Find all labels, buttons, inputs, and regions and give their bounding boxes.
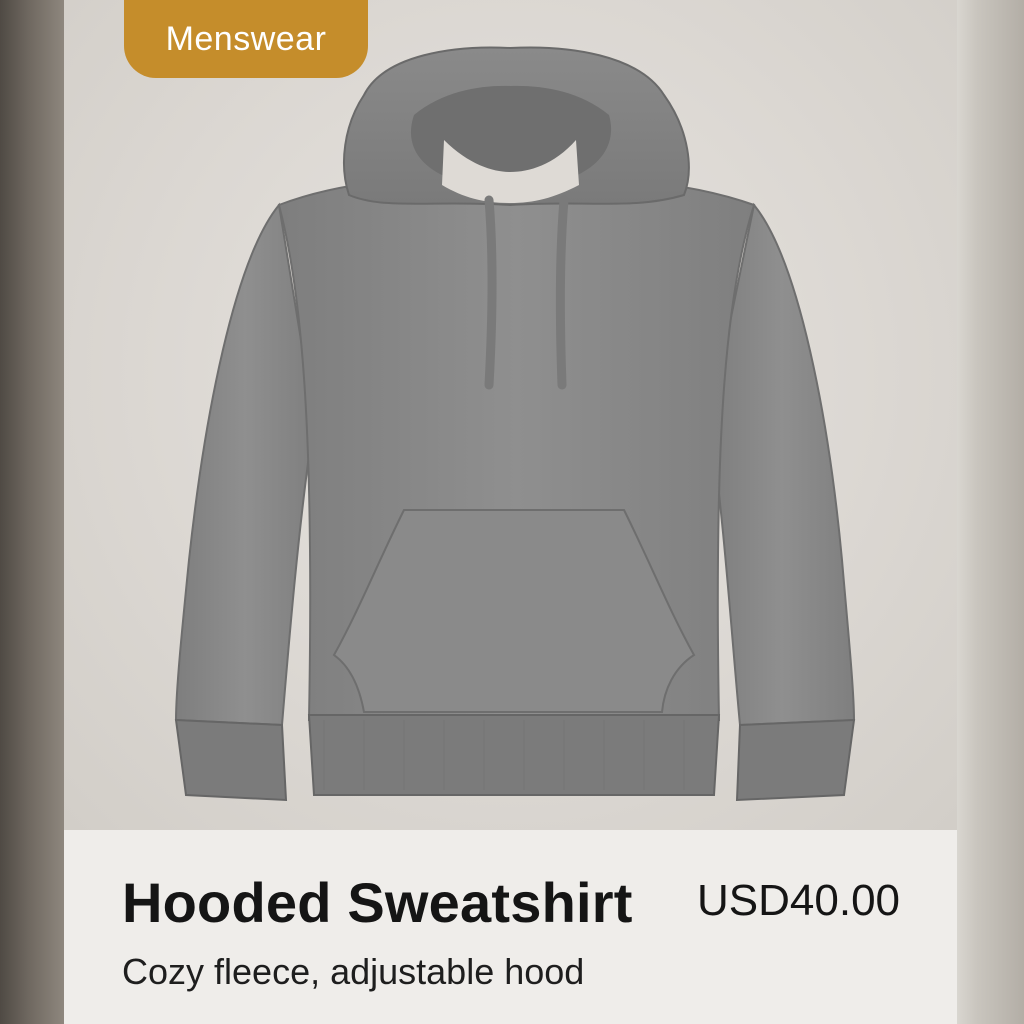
product-info: Hooded Sweatshirt USD40.00 Cozy fleece, … xyxy=(64,830,957,1024)
product-price: USD40.00 xyxy=(697,876,901,925)
product-image[interactable]: Menswear xyxy=(64,0,957,830)
background-left-edge xyxy=(0,0,64,1024)
background-right-edge xyxy=(957,0,1024,1024)
product-card[interactable]: Menswear Hooded Sweatshirt USD40.00 Cozy… xyxy=(64,0,957,1024)
product-title[interactable]: Hooded Sweatshirt xyxy=(122,870,633,935)
hoodie-illustration xyxy=(174,46,856,802)
product-description: Cozy fleece, adjustable hood xyxy=(122,951,585,992)
category-badge[interactable]: Menswear xyxy=(124,0,368,78)
